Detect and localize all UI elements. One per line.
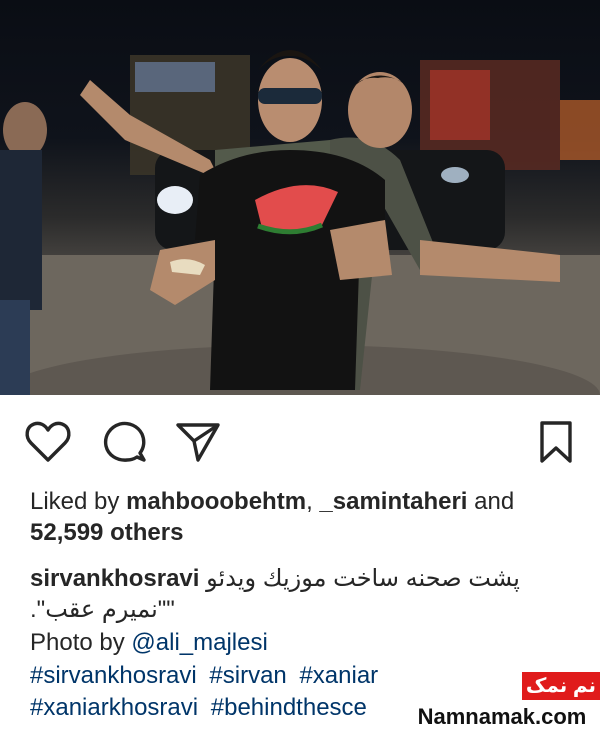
comment-bubble-icon[interactable] bbox=[100, 420, 148, 464]
caption-text-line2: ""نميرم عقب". bbox=[30, 596, 175, 623]
watermark-site: Namnamak.com bbox=[404, 700, 600, 733]
likes-suffix: and bbox=[467, 488, 515, 515]
caption-username[interactable]: sirvankhosravi bbox=[30, 565, 199, 592]
hashtag-link[interactable]: #behindthesce bbox=[211, 694, 367, 721]
post-caption: sirvankhosravi پشت صحنه ساخت موزيك ويدئو… bbox=[30, 563, 590, 625]
photo-credit: Photo by @ali_majlesi bbox=[30, 627, 268, 658]
hashtag-link[interactable]: #xaniar bbox=[299, 662, 378, 689]
hashtag-link[interactable]: #xaniarkhosravi bbox=[30, 694, 198, 721]
credit-prefix: Photo by bbox=[30, 629, 132, 656]
post-action-bar bbox=[0, 410, 600, 470]
post-photo[interactable] bbox=[0, 0, 600, 395]
photo-illustration bbox=[0, 50, 600, 395]
likes-prefix: Liked by bbox=[30, 488, 127, 515]
heart-icon[interactable] bbox=[24, 420, 72, 464]
hashtag-link[interactable]: #sirvan bbox=[209, 662, 286, 689]
paper-plane-icon[interactable] bbox=[174, 420, 222, 464]
liker-username[interactable]: _samintaheri bbox=[319, 488, 467, 515]
watermark-badge: نم نمک bbox=[522, 672, 600, 700]
bookmark-icon[interactable] bbox=[532, 420, 580, 464]
likes-separator: , bbox=[306, 488, 320, 515]
hashtag-link[interactable]: #sirvankhosravi bbox=[30, 662, 197, 689]
likes-summary: Liked by mahbooobehtm, _samintaheri and … bbox=[30, 486, 580, 548]
likes-count[interactable]: 52,599 others bbox=[30, 519, 183, 546]
credit-handle-link[interactable]: @ali_majlesi bbox=[131, 629, 267, 656]
liker-username[interactable]: mahbooobehtm bbox=[126, 488, 306, 515]
caption-text: پشت صحنه ساخت موزيك ويدئو bbox=[206, 565, 520, 592]
